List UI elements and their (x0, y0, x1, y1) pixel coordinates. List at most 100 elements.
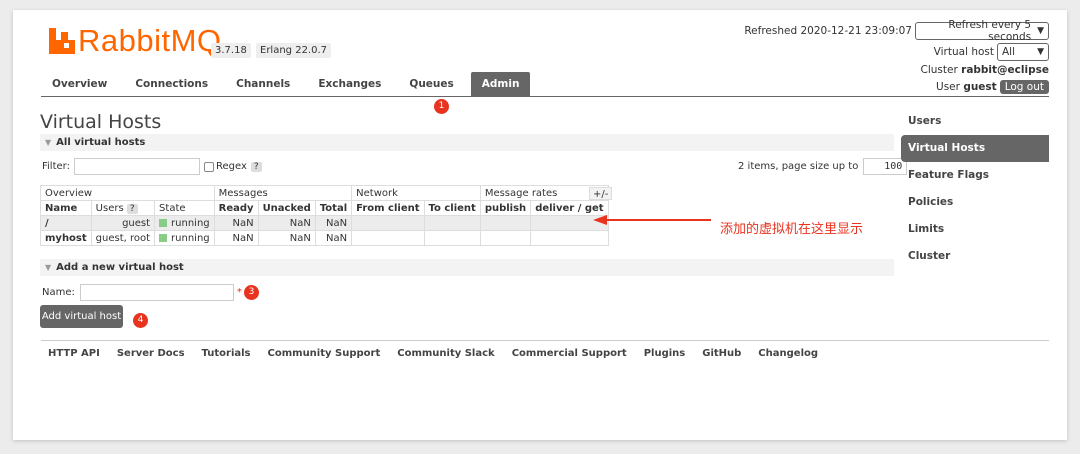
vhost-name-link[interactable]: myhost (40, 230, 92, 246)
collapse-triangle-icon: ▼ (45, 263, 52, 272)
footer-link-community-slack[interactable]: Community Slack (397, 348, 494, 359)
chevron-down-icon: ▼ (1037, 46, 1044, 57)
table-row: myhost guest, root running NaN NaN NaN (40, 230, 609, 246)
footer-link-tutorials[interactable]: Tutorials (202, 348, 251, 359)
running-status-icon (159, 218, 168, 227)
group-header-messages: Messages (213, 185, 353, 201)
col-total[interactable]: Total (314, 200, 353, 216)
footer-link-commercial-support[interactable]: Commercial Support (512, 348, 627, 359)
footer-links: HTTP API Server Docs Tutorials Community… (48, 348, 835, 359)
tab-connections[interactable]: Connections (124, 72, 219, 96)
user-name: guest (963, 80, 997, 93)
col-from-client[interactable]: From client (351, 200, 425, 216)
cluster-label: Cluster (920, 64, 958, 76)
group-header-network: Network (351, 185, 481, 201)
collapse-triangle-icon: ▼ (45, 138, 52, 147)
footer-link-http-api[interactable]: HTTP API (48, 348, 100, 359)
footer-link-plugins[interactable]: Plugins (644, 348, 686, 359)
vhost-deliver-get (530, 230, 609, 246)
vhost-name-input[interactable] (79, 284, 234, 301)
vhosts-table: Overview Messages Network Message rates … (40, 185, 609, 246)
vhost-unacked: NaN (257, 215, 316, 231)
paging-text: 2 items, page size up to (738, 161, 859, 172)
tab-channels[interactable]: Channels (225, 72, 301, 96)
col-users[interactable]: Users ? (90, 200, 156, 216)
vhost-users: guest (90, 215, 156, 231)
col-to-client[interactable]: To client (423, 200, 481, 216)
add-virtual-host-button[interactable]: Add virtual host (40, 305, 123, 328)
footer-link-community-support[interactable]: Community Support (268, 348, 381, 359)
sidebar-item-cluster[interactable]: Cluster (901, 243, 1049, 270)
annotation-marker-4: 4 (133, 313, 148, 328)
version-badge: 3.7.18 (211, 43, 251, 58)
vhost-from-client (351, 215, 425, 231)
annotation-callout: 添加的虚拟机在这里显示 (720, 222, 864, 237)
footer-link-github[interactable]: GitHub (702, 348, 741, 359)
vhost-from-client (351, 230, 425, 246)
table-row: / guest running NaN NaN NaN (40, 215, 609, 231)
annotation-arrow (593, 215, 711, 225)
annotation-marker-3: 3 (244, 285, 259, 300)
vhost-ready: NaN (213, 230, 259, 246)
tab-admin[interactable]: Admin (470, 72, 531, 96)
name-row: Name: * (42, 284, 242, 301)
browser-page: RabbitMQ 3.7.18 Erlang 22.0.7 Refreshed … (13, 10, 1067, 440)
sidebar-item-limits[interactable]: Limits (901, 216, 1049, 243)
vhost-total: NaN (314, 230, 353, 246)
cluster-name: rabbit@eclipse (961, 64, 1049, 76)
vhost-unacked: NaN (257, 230, 316, 246)
tab-exchanges[interactable]: Exchanges (307, 72, 392, 96)
vhost-ready: NaN (213, 215, 259, 231)
status-panel: Refreshed 2020-12-21 23:09:07 Refresh ev… (744, 19, 1049, 95)
all-vhosts-section-header[interactable]: ▼ All virtual hosts (40, 134, 894, 151)
virtual-host-label: Virtual host (933, 45, 994, 58)
col-ready[interactable]: Ready (213, 200, 259, 216)
tab-overview[interactable]: Overview (41, 72, 118, 96)
users-help-icon[interactable]: ? (126, 203, 138, 214)
col-publish[interactable]: publish (479, 200, 532, 216)
sidebar-item-virtual-hosts[interactable]: Virtual Hosts (901, 135, 1049, 162)
refreshed-timestamp: Refreshed 2020-12-21 23:09:07 (744, 24, 912, 37)
vhost-state: running (154, 215, 215, 231)
footer-link-changelog[interactable]: Changelog (758, 348, 818, 359)
rabbitmq-logo: RabbitMQ (49, 24, 222, 58)
col-unacked[interactable]: Unacked (257, 200, 316, 216)
filter-row: Filter: Regex ? (42, 158, 262, 175)
chevron-down-icon: ▼ (1037, 25, 1044, 36)
vhost-to-client (423, 215, 481, 231)
vhost-name-link[interactable]: / (40, 215, 92, 231)
logout-button[interactable]: Log out (999, 79, 1049, 94)
group-header-overview: Overview (40, 185, 215, 201)
admin-sidebar: Users Virtual Hosts Feature Flags Polici… (901, 108, 1049, 270)
name-label: Name: (42, 287, 75, 298)
vhost-state: running (154, 230, 215, 246)
add-vhost-section-header[interactable]: ▼ Add a new virtual host (40, 259, 894, 276)
nav-divider (41, 96, 1049, 97)
regex-label: Regex (215, 161, 247, 172)
filter-label: Filter: (42, 161, 70, 172)
vhost-publish (479, 215, 532, 231)
paging-row: 2 items, page size up to 100 (738, 158, 908, 175)
col-state[interactable]: State (154, 200, 215, 216)
regex-checkbox[interactable] (203, 161, 214, 172)
vhost-publish (479, 230, 532, 246)
sidebar-item-users[interactable]: Users (901, 108, 1049, 135)
annotation-marker-1: 1 (434, 99, 449, 114)
sidebar-item-policies[interactable]: Policies (901, 189, 1049, 216)
columns-toggle-button[interactable]: +/- (589, 187, 613, 200)
vhost-users: guest, root (90, 230, 156, 246)
user-label: User (936, 80, 960, 93)
page-title: Virtual Hosts (40, 111, 162, 133)
filter-input[interactable] (73, 158, 200, 175)
refresh-interval-select[interactable]: Refresh every 5 seconds ▼ (915, 19, 1049, 43)
sidebar-item-feature-flags[interactable]: Feature Flags (901, 162, 1049, 189)
footer-link-server-docs[interactable]: Server Docs (117, 348, 185, 359)
col-name[interactable]: Name (40, 200, 92, 216)
virtual-host-select[interactable]: All ▼ (997, 42, 1049, 61)
required-mark: * (236, 287, 242, 298)
regex-help-icon[interactable]: ? (250, 161, 262, 172)
logo-text-rabbit: Rabbit (78, 23, 171, 58)
tab-queues[interactable]: Queues (398, 72, 464, 96)
main-nav: Overview Connections Channels Exchanges … (41, 72, 534, 96)
erlang-badge: Erlang 22.0.7 (256, 43, 332, 58)
